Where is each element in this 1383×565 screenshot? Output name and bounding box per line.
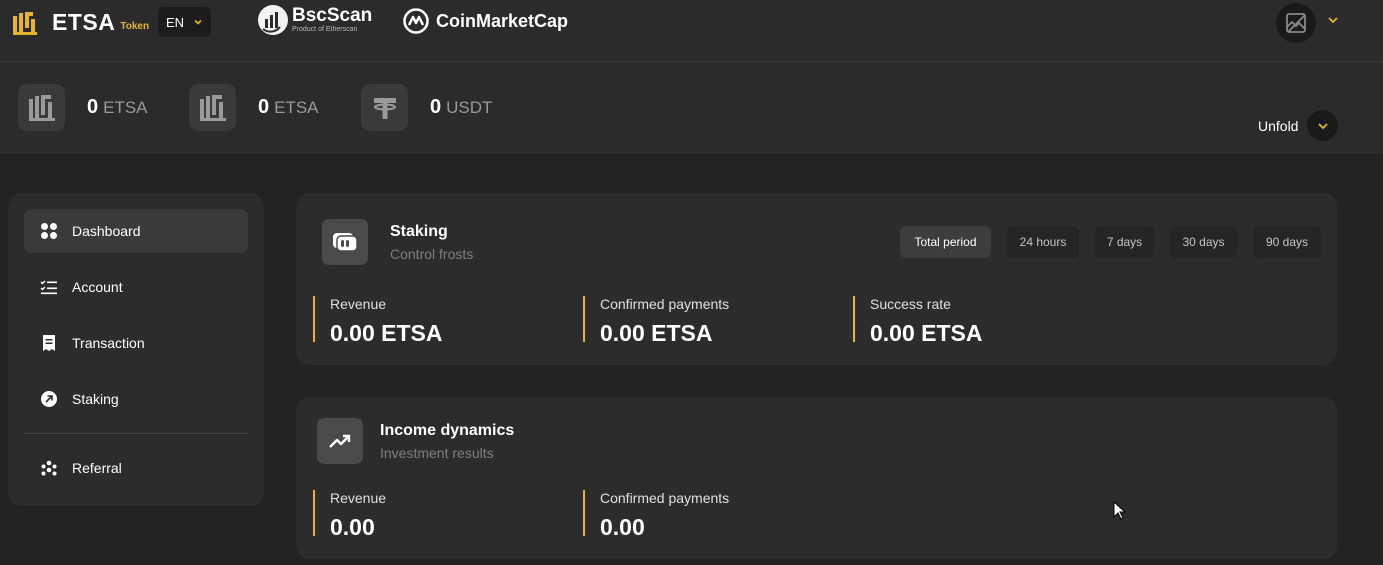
sidebar-item-label: Dashboard — [72, 223, 141, 239]
sidebar-item-referral[interactable]: Referral — [24, 446, 248, 490]
balance-item: 0 USDT — [361, 84, 492, 131]
bscscan-title: BscScan — [292, 5, 373, 26]
balance-unit: USDT — [446, 97, 493, 117]
logo[interactable]: ETSA Token — [12, 9, 149, 36]
stat-value: 0.00 ETSA — [870, 320, 983, 346]
checklist-icon — [40, 278, 58, 296]
stat-value: 0.00 — [330, 514, 375, 540]
stat-label: Revenue — [330, 490, 387, 506]
sidebar: Dashboard Account Transaction Staking Re… — [8, 193, 264, 506]
people-icon — [40, 459, 58, 477]
sidebar-item-label: Transaction — [72, 335, 145, 351]
sidebar-item-dashboard[interactable]: Dashboard — [24, 209, 248, 253]
balance-unit: ETSA — [103, 97, 148, 117]
period-24-hours[interactable]: 24 hours — [1007, 226, 1079, 258]
unfold-button[interactable]: Unfold — [1258, 110, 1339, 141]
staking-icon — [322, 219, 368, 265]
income-subtitle: Investment results — [380, 445, 494, 461]
balances-bar: 0 ETSA 0 ETSA 0 USDT Unfold — [0, 62, 1383, 154]
tether-icon — [361, 84, 408, 131]
language-label: EN — [166, 14, 185, 30]
bscscan-subtitle: Product of Etherscan — [292, 26, 358, 33]
top-navbar: ETSA Token EN BscScan Product of Ethersc… — [0, 0, 1383, 62]
period-total[interactable]: Total period — [900, 226, 991, 258]
balance-value: 0 — [258, 96, 270, 118]
sidebar-item-label: Referral — [72, 460, 122, 476]
logo-text: ETSA — [52, 9, 116, 35]
broken-image-icon — [1286, 13, 1306, 33]
income-dynamics-card: Income dynamics Investment results Reven… — [296, 397, 1337, 559]
stat-label: Confirmed payments — [600, 490, 730, 506]
stat-value: 0.00 ETSA — [330, 320, 443, 346]
sidebar-item-account[interactable]: Account — [24, 265, 248, 309]
chevron-down-icon — [1318, 122, 1328, 129]
avatar[interactable] — [1276, 3, 1316, 43]
sidebar-item-staking[interactable]: Staking — [24, 377, 248, 421]
coinmarketcap-title: CoinMarketCap — [436, 10, 569, 31]
arrow-circle-icon — [40, 390, 58, 408]
income-title: Income dynamics — [380, 422, 515, 439]
mouse-cursor-icon — [1113, 501, 1127, 520]
language-selector[interactable]: EN — [158, 7, 211, 37]
etsa-icon — [18, 84, 65, 131]
staking-title: Staking — [390, 223, 448, 240]
balance-item: 0 ETSA — [18, 84, 148, 131]
balance-item: 0 ETSA — [189, 84, 319, 131]
sidebar-item-label: Account — [72, 279, 123, 295]
stat-accent-bar — [853, 296, 855, 342]
balance-unit: ETSA — [274, 97, 319, 117]
stat-accent-bar — [583, 490, 585, 536]
coinmarketcap-link[interactable]: CoinMarketCap — [402, 7, 568, 35]
bscscan-icon — [258, 5, 288, 35]
receipt-icon — [40, 334, 58, 352]
period-7-days[interactable]: 7 days — [1095, 226, 1154, 258]
trending-up-icon — [317, 418, 363, 464]
etsa-icon — [189, 84, 236, 131]
unfold-label: Unfold — [1258, 117, 1299, 134]
stat-label: Confirmed payments — [600, 296, 730, 312]
balance-value: 0 — [87, 96, 99, 118]
logo-subtext: Token — [120, 21, 150, 32]
chevron-down-icon — [194, 19, 202, 25]
grid-icon — [40, 222, 58, 240]
period-90-days[interactable]: 90 days — [1253, 226, 1321, 258]
stat-label: Revenue — [330, 296, 387, 312]
sidebar-item-transaction[interactable]: Transaction — [24, 321, 248, 365]
staking-card: Staking Control frosts Total period 24 h… — [296, 193, 1337, 365]
stat-label: Success rate — [870, 296, 951, 312]
stat-accent-bar — [313, 490, 315, 536]
chevron-down-icon[interactable] — [1326, 13, 1340, 27]
etsa-logo-icon — [13, 11, 37, 35]
balance-value: 0 — [430, 96, 442, 118]
sidebar-divider — [24, 433, 248, 434]
bscscan-link[interactable]: BscScan Product of Etherscan — [258, 5, 372, 35]
coinmarketcap-icon — [403, 8, 429, 34]
stat-value: 0.00 ETSA — [600, 320, 713, 346]
sidebar-item-label: Staking — [72, 391, 119, 407]
stat-accent-bar — [583, 296, 585, 342]
unfold-toggle[interactable] — [1307, 110, 1339, 141]
stat-accent-bar — [313, 296, 315, 342]
staking-subtitle: Control frosts — [390, 246, 474, 262]
stat-value: 0.00 — [600, 514, 645, 540]
period-30-days[interactable]: 30 days — [1170, 226, 1237, 258]
